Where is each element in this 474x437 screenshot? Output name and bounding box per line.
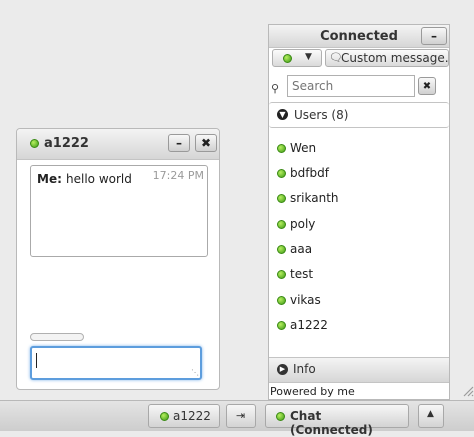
close-icon: ✖ (422, 80, 432, 92)
user-name: a1222 (290, 318, 328, 332)
online-dot-icon (277, 220, 286, 229)
search-row: ⚲ ✖ (269, 72, 449, 98)
typing-indicator (30, 333, 84, 341)
message-text: hello world (66, 172, 132, 186)
chat-main-label: Chat (Connected) (290, 409, 373, 437)
list-item[interactable]: srikanth (269, 188, 449, 210)
arrow-right-circle-icon: ▶ (277, 364, 288, 375)
panel-minimize-button[interactable]: – (421, 27, 447, 45)
online-dot-icon (160, 412, 169, 421)
info-section-header[interactable]: ▶ Info (269, 357, 449, 383)
taskbar-chat-tab[interactable]: a1222 (148, 404, 220, 428)
status-row: ▼ 🗨 Custom message... (269, 48, 449, 68)
online-dot-icon (283, 54, 292, 63)
info-label: Info (293, 362, 316, 376)
online-dot-icon (277, 144, 286, 153)
online-status-icon (30, 139, 39, 148)
chat-main-button[interactable]: Chat (Connected) (265, 404, 409, 437)
search-input[interactable] (287, 75, 415, 97)
list-item[interactable]: Wen (269, 138, 449, 160)
resize-corner-icon[interactable] (462, 385, 474, 399)
message-sender: Me: (37, 172, 62, 186)
close-icon: ✖ (200, 136, 212, 150)
minus-icon: – (431, 29, 437, 43)
taskbar-chat-tab-label: a1222 (173, 409, 211, 423)
powered-by-text: Powered by me (270, 385, 355, 398)
online-dot-icon (277, 245, 286, 254)
list-item[interactable]: test (269, 264, 449, 286)
user-name: vikas (290, 293, 321, 307)
user-name: Wen (290, 141, 317, 155)
list-item[interactable]: a1222 (269, 315, 449, 337)
online-dot-icon (277, 194, 286, 203)
user-name: bdfbdf (290, 166, 329, 180)
users-section-header[interactable]: ▼ Users (8) (269, 102, 449, 128)
open-chat-button[interactable]: ⇥ (226, 404, 256, 428)
list-item[interactable]: bdfbdf (269, 163, 449, 185)
arrow-right-bar-icon: ⇥ (236, 409, 246, 422)
online-dot-icon (277, 270, 286, 279)
arrow-down-circle-icon: ▼ (277, 109, 288, 120)
resize-grip-icon[interactable]: ⋱ (191, 369, 199, 377)
user-name: aaa (290, 242, 313, 256)
minimize-button[interactable]: – (168, 134, 190, 152)
message-history[interactable]: Me: hello world 17:24 PM (30, 165, 208, 257)
panel-header[interactable]: Connected – (269, 25, 449, 48)
reply-input[interactable]: ⋱ (30, 346, 202, 380)
user-name: poly (290, 217, 316, 231)
online-dot-icon (277, 321, 286, 330)
clear-search-button[interactable]: ✖ (418, 77, 436, 95)
online-dot-icon (277, 169, 286, 178)
contacts-panel: Connected – ▼ 🗨 Custom message... ⚲ ✖ ▼ … (268, 24, 450, 400)
user-name: test (290, 267, 314, 281)
chat-window-header[interactable]: a1222 – ✖ (17, 129, 219, 160)
chevron-up-icon: ▲ (427, 409, 434, 419)
close-button[interactable]: ✖ (195, 134, 217, 152)
custom-message-text: Custom message... (341, 51, 449, 65)
chevron-down-icon: ▼ (305, 52, 312, 62)
chat-window-title: a1222 (44, 136, 89, 151)
list-item[interactable]: aaa (269, 239, 449, 261)
list-item[interactable]: vikas (269, 290, 449, 312)
search-icon: ⚲ (271, 82, 280, 95)
users-count-label: Users (8) (294, 108, 349, 122)
chat-window: a1222 – ✖ Me: hello world 17:24 PM ⋱ (16, 128, 220, 390)
expand-panel-button[interactable]: ▲ (418, 404, 444, 428)
minus-icon: – (176, 136, 182, 150)
user-name: srikanth (290, 191, 339, 205)
online-dot-icon (277, 296, 286, 305)
online-dot-icon (276, 412, 285, 421)
custom-message-field[interactable]: 🗨 Custom message... (325, 49, 449, 67)
list-item[interactable]: poly (269, 214, 449, 236)
chat-taskbar: a1222 ⇥ Chat (Connected) ▲ (0, 400, 474, 437)
message-time: 17:24 PM (152, 169, 204, 182)
status-dropdown[interactable]: ▼ (272, 49, 322, 67)
text-caret (36, 353, 37, 368)
